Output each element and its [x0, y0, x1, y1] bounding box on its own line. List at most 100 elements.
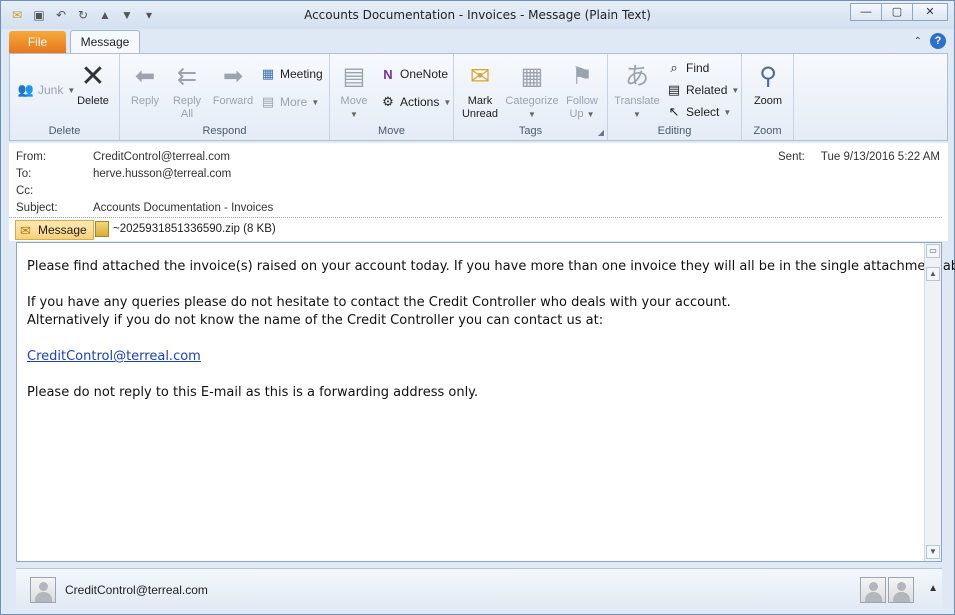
scroll-down-icon[interactable]: ▼	[926, 545, 940, 559]
envelope-icon: ✉	[20, 223, 31, 238]
maximize-button[interactable]: ▢	[881, 3, 913, 21]
translate-label: Translate	[614, 95, 660, 107]
to-label: To:	[16, 168, 32, 180]
reply-label: Reply	[130, 95, 160, 107]
subject-value: Accounts Documentation - Invoices	[93, 202, 274, 214]
related-label: Related	[686, 83, 728, 97]
onenote-label: OneNote	[400, 67, 449, 81]
forward-button[interactable]: ➡ Forward	[210, 60, 256, 108]
title-bar: ✉ ▣ ↶ ↻ ▲ ▼ ▾ Accounts Documentation - I…	[1, 1, 954, 29]
categorize-icon: ▦	[520, 62, 544, 90]
dialog-launcher-icon[interactable]: ◢	[598, 128, 604, 137]
scroll-up-icon[interactable]: ▲	[926, 267, 940, 281]
minimize-ribbon-icon[interactable]: ⌃	[914, 36, 922, 47]
respond-group: ⬅ Reply ⇇ Reply All ➡ Forward ▦ Meeting …	[120, 54, 330, 140]
forward-icon: ➡	[222, 62, 244, 90]
cursor-icon: ↖	[668, 104, 680, 119]
people-pane-name[interactable]: CreditControl@terreal.com	[65, 583, 208, 597]
envelope-unread-icon: ✉	[469, 62, 491, 90]
tags-group: ✉ Mark Unread ▦ Categorize ▼ ⚑ Follow Up…	[454, 54, 608, 140]
tab-file[interactable]: File	[9, 31, 66, 53]
categorize-button[interactable]: ▦ Categorize ▼	[504, 60, 560, 121]
translate-button[interactable]: あ Translate ▼	[612, 60, 662, 121]
reply-button[interactable]: ⬅ Reply	[126, 60, 164, 108]
chevron-down-icon: ▼	[443, 97, 452, 107]
move-button[interactable]: ▤ Move ▼	[334, 60, 374, 121]
reply-all-button[interactable]: ⇇ Reply All	[168, 60, 206, 121]
minimize-button[interactable]: —	[850, 3, 882, 21]
meeting-label: Meeting	[280, 67, 323, 81]
avatar-small[interactable]	[888, 577, 914, 603]
follow-up-button[interactable]: ⚑ Follow Up ▼	[562, 60, 602, 121]
vertical-scrollbar[interactable]: ▭ ▲ ▼	[924, 243, 941, 561]
zip-file-icon	[95, 221, 109, 237]
delete-button[interactable]: ✕ Delete	[72, 60, 114, 108]
related-button[interactable]: ▤ Related ▼	[666, 82, 739, 98]
ribbon: 👥 Junk ▼ ✕ Delete Delete ⬅ Reply ⇇ Reply…	[9, 53, 948, 141]
group-label-move: Move	[378, 125, 405, 137]
calendar-icon: ▦	[261, 66, 275, 81]
chevron-down-icon: ▼	[528, 110, 536, 119]
cc-label: Cc:	[16, 185, 34, 197]
header-divider	[9, 217, 942, 218]
subject-row: Subject: Accounts Documentation - Invoice…	[16, 202, 273, 214]
delete-group: 👥 Junk ▼ ✕ Delete Delete	[10, 54, 120, 140]
forward-label: Forward	[212, 95, 254, 107]
zip-attachment[interactable]: ~2025931851336590.zip (8 KB)	[95, 221, 276, 237]
chevron-down-icon: ▼	[350, 110, 358, 119]
reply-all-label-2: All	[180, 108, 194, 120]
mark-unread-button[interactable]: ✉ Mark Unread	[458, 60, 502, 121]
group-label-delete: Delete	[48, 125, 81, 137]
move-label: Move	[340, 95, 368, 107]
avatar-small[interactable]	[860, 577, 886, 603]
onenote-button[interactable]: N OneNote	[380, 66, 448, 82]
chevron-down-icon: ▼	[633, 110, 641, 119]
body-paragraph: Please find attached the invoice(s) rais…	[27, 259, 955, 274]
group-label-editing: Editing	[657, 125, 692, 137]
flag-icon: ⚑	[571, 62, 593, 90]
zoom-button[interactable]: ⚲ Zoom	[746, 60, 790, 108]
junk-button[interactable]: 👥 Junk ▼	[18, 82, 75, 98]
avatar[interactable]	[30, 577, 56, 603]
select-label: Select	[686, 105, 720, 119]
message-tab-label: Message	[38, 223, 87, 237]
more-label: More	[280, 95, 308, 109]
body-paragraph: If you have any queries please do not he…	[27, 295, 731, 310]
binoculars-icon: ⌕	[670, 60, 678, 75]
split-icon[interactable]: ▭	[926, 244, 940, 258]
chevron-down-icon: ▼	[731, 85, 740, 95]
ribbon-tabs: File Message ⌃ ?	[1, 29, 954, 54]
more-button[interactable]: ▤ More ▼	[260, 94, 319, 110]
delete-x-icon: ✕	[80, 59, 106, 93]
from-row: From: CreditControl@terreal.com	[16, 151, 230, 163]
expand-people-pane-icon[interactable]: ▲	[928, 583, 938, 594]
chevron-down-icon: ▼	[723, 107, 732, 117]
chevron-down-icon: ▼	[311, 97, 320, 107]
select-button[interactable]: ↖ Select ▼	[666, 104, 732, 120]
tab-message[interactable]: Message	[70, 30, 140, 54]
to-value[interactable]: herve.husson@terreal.com	[93, 168, 231, 180]
reply-icon: ⬅	[134, 62, 156, 90]
find-button[interactable]: ⌕ Find	[666, 60, 709, 76]
actions-label: Actions	[400, 95, 440, 109]
close-button[interactable]: ✕	[912, 3, 948, 21]
reply-all-icon: ⇇	[176, 62, 198, 90]
actions-button[interactable]: ⚙ Actions ▼	[380, 94, 451, 110]
group-label-zoom: Zoom	[753, 125, 782, 137]
from-label: From:	[16, 151, 47, 163]
junk-icon: 👥	[17, 82, 35, 97]
attachment-filename: ~2025931851336590.zip (8 KB)	[113, 223, 276, 235]
group-label-tags: Tags	[518, 125, 543, 137]
sent-row: Sent: Tue 9/13/2016 5:22 AM	[778, 151, 940, 163]
chevron-down-icon: ▼	[586, 110, 595, 119]
email-link[interactable]: CreditControl@terreal.com	[27, 349, 201, 364]
from-value[interactable]: CreditControl@terreal.com	[93, 151, 230, 163]
message-attachment-tab[interactable]: ✉ Message	[15, 220, 94, 240]
editing-group: あ Translate ▼ ⌕ Find ▤ Related ▼ ↖ Selec…	[608, 54, 742, 140]
help-icon[interactable]: ?	[930, 33, 946, 49]
meeting-button[interactable]: ▦ Meeting	[260, 66, 323, 82]
message-header: From: CreditControl@terreal.com To: herve.…	[9, 143, 948, 219]
follow-up-label-1: Follow	[566, 95, 598, 107]
related-icon: ▤	[667, 82, 681, 97]
message-body[interactable]: Please find attached the invoice(s) rais…	[16, 242, 955, 562]
